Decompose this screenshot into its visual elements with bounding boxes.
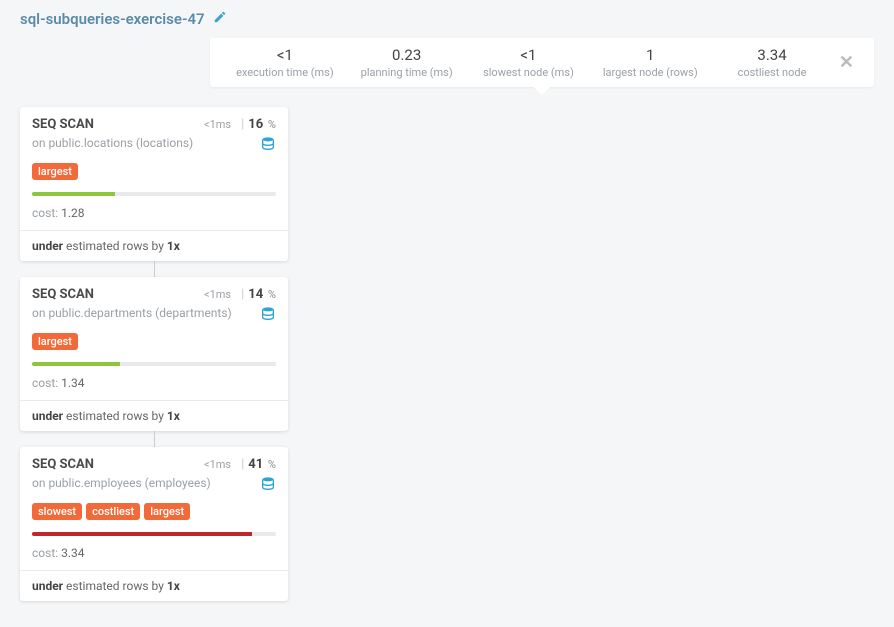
stat-label: largest node (rows) bbox=[601, 66, 699, 79]
stat-label: costliest node bbox=[723, 66, 821, 79]
stat-value: <1 bbox=[480, 46, 578, 64]
node-card[interactable]: SEQ SCAN<1ms|14 %on public.departments (… bbox=[20, 277, 288, 431]
tag-largest: largest bbox=[144, 503, 190, 520]
stat-4: 3.34 costliest node bbox=[711, 46, 833, 79]
node-time: <1ms bbox=[204, 118, 231, 131]
tag-row: largest bbox=[32, 333, 276, 350]
node-title: SEQ SCAN bbox=[32, 287, 94, 302]
node-percent: 16 bbox=[248, 117, 263, 132]
database-icon bbox=[260, 476, 276, 495]
node-title: SEQ SCAN bbox=[32, 117, 94, 132]
stat-value: 3.34 bbox=[723, 46, 821, 64]
node-card[interactable]: SEQ SCAN<1ms|41 %on public.employees (em… bbox=[20, 447, 288, 601]
node-target: on public.employees (employees) bbox=[32, 476, 211, 490]
node-percent: 14 bbox=[248, 287, 263, 302]
cost-bar bbox=[32, 532, 276, 536]
node-target: on public.locations (locations) bbox=[32, 136, 193, 150]
stat-value: <1 bbox=[236, 46, 334, 64]
stat-label: execution time (ms) bbox=[236, 66, 334, 79]
database-icon bbox=[260, 306, 276, 325]
node-percent: 41 bbox=[248, 457, 263, 472]
stat-value: 0.23 bbox=[358, 46, 456, 64]
database-icon bbox=[260, 136, 276, 155]
node-card[interactable]: SEQ SCAN<1ms|16 %on public.locations (lo… bbox=[20, 107, 288, 261]
tag-costliest: costliest bbox=[86, 503, 140, 520]
stat-3: 1 largest node (rows) bbox=[589, 46, 711, 79]
node-estimate: under estimated rows by 1x bbox=[20, 570, 288, 601]
tag-row: slowestcostliestlargest bbox=[32, 503, 276, 520]
node-estimate: under estimated rows by 1x bbox=[20, 400, 288, 431]
tag-largest: largest bbox=[32, 163, 78, 180]
title-row: sql-subqueries-exercise-47 bbox=[20, 10, 874, 28]
stat-label: planning time (ms) bbox=[358, 66, 456, 79]
stat-1: 0.23 planning time (ms) bbox=[346, 46, 468, 79]
node-estimate: under estimated rows by 1x bbox=[20, 230, 288, 261]
cost-bar bbox=[32, 192, 276, 196]
tag-row: largest bbox=[32, 163, 276, 180]
stat-0: <1 execution time (ms) bbox=[224, 46, 346, 79]
node-time: <1ms bbox=[204, 288, 231, 301]
node-time: <1ms bbox=[204, 458, 231, 471]
tag-slowest: slowest bbox=[32, 503, 82, 520]
node-target: on public.departments (departments) bbox=[32, 306, 232, 320]
stats-bar: <1 execution time (ms) 0.23 planning time (… bbox=[210, 38, 874, 87]
stat-value: 1 bbox=[601, 46, 699, 64]
cost-row: cost: 1.28 bbox=[32, 206, 276, 220]
cost-bar bbox=[32, 362, 276, 366]
edit-icon[interactable] bbox=[213, 10, 227, 28]
cost-row: cost: 1.34 bbox=[32, 376, 276, 390]
page-title: sql-subqueries-exercise-47 bbox=[20, 10, 205, 28]
stat-label: slowest node (ms) bbox=[480, 66, 578, 79]
tag-largest: largest bbox=[32, 333, 78, 350]
node-title: SEQ SCAN bbox=[32, 457, 94, 472]
nodes-list: SEQ SCAN<1ms|16 %on public.locations (lo… bbox=[20, 107, 288, 601]
stat-2: <1 slowest node (ms) bbox=[468, 46, 590, 79]
close-icon[interactable]: ✕ bbox=[833, 52, 860, 73]
